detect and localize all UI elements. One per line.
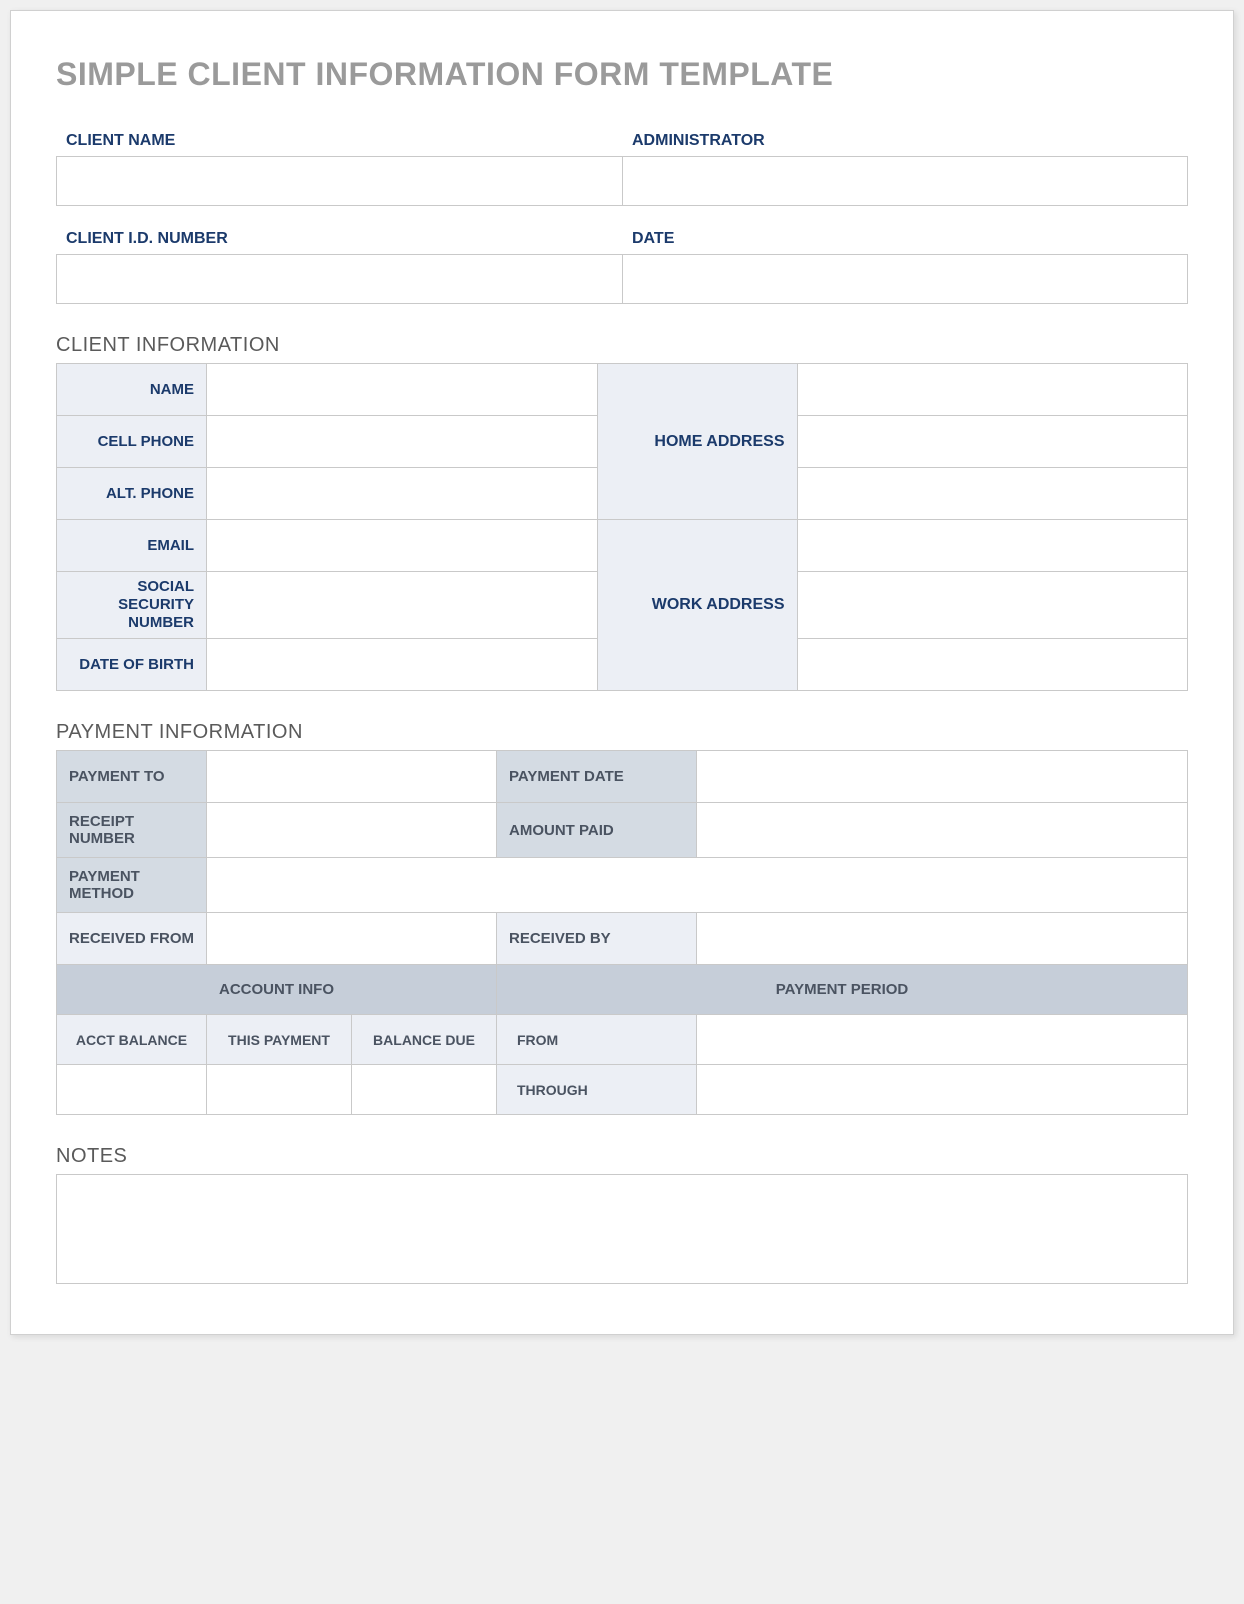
client-name-input[interactable] (56, 156, 622, 206)
receipt-number-label: RECEIPT NUMBER (57, 803, 207, 858)
payment-info-table: PAYMENT TO PAYMENT DATE RECEIPT NUMBER A… (56, 750, 1188, 1115)
work-address-line3[interactable] (797, 639, 1188, 691)
client-name-field: CLIENT NAME (56, 128, 622, 206)
client-name-label: CLIENT NAME (56, 128, 622, 156)
acct-balance-label: ACCT BALANCE (57, 1015, 207, 1065)
ssn-input[interactable] (207, 572, 598, 639)
work-address-line1[interactable] (797, 520, 1188, 572)
amount-paid-label: AMOUNT PAID (497, 803, 697, 858)
home-address-line1[interactable] (797, 364, 1188, 416)
name-input[interactable] (207, 364, 598, 416)
through-input[interactable] (697, 1065, 1188, 1115)
from-input[interactable] (697, 1015, 1188, 1065)
home-address-line2[interactable] (797, 416, 1188, 468)
ssn-label: SOCIAL SECURITY NUMBER (57, 572, 207, 639)
amount-paid-input[interactable] (697, 803, 1188, 858)
work-address-label: WORK ADDRESS (597, 520, 797, 691)
cell-phone-label: CELL PHONE (57, 416, 207, 468)
payment-method-input[interactable] (207, 858, 1188, 913)
receipt-number-input[interactable] (207, 803, 497, 858)
from-label: FROM (497, 1015, 697, 1065)
alt-phone-input[interactable] (207, 468, 598, 520)
balance-due-input[interactable] (352, 1065, 497, 1115)
email-input[interactable] (207, 520, 598, 572)
payment-to-input[interactable] (207, 751, 497, 803)
acct-balance-input[interactable] (57, 1065, 207, 1115)
notes-input[interactable] (56, 1174, 1188, 1284)
date-label: DATE (622, 226, 1188, 254)
page-title: SIMPLE CLIENT INFORMATION FORM TEMPLATE (56, 56, 1188, 93)
client-info-table: NAME HOME ADDRESS CELL PHONE ALT. PHONE … (56, 363, 1188, 691)
dob-input[interactable] (207, 639, 598, 691)
payment-to-label: PAYMENT TO (57, 751, 207, 803)
administrator-field: ADMINISTRATOR (622, 128, 1188, 206)
top-fields-grid: CLIENT NAME ADMINISTRATOR CLIENT I.D. NU… (56, 128, 1188, 304)
alt-phone-label: ALT. PHONE (57, 468, 207, 520)
work-address-line2[interactable] (797, 572, 1188, 639)
payment-method-label: PAYMENT METHOD (57, 858, 207, 913)
client-info-heading: CLIENT INFORMATION (56, 334, 1188, 357)
dob-label: DATE OF BIRTH (57, 639, 207, 691)
cell-phone-input[interactable] (207, 416, 598, 468)
date-input[interactable] (622, 254, 1188, 304)
home-address-label: HOME ADDRESS (597, 364, 797, 520)
administrator-label: ADMINISTRATOR (622, 128, 1188, 156)
received-by-input[interactable] (697, 913, 1188, 965)
through-label: THROUGH (497, 1065, 697, 1115)
date-field: DATE (622, 226, 1188, 304)
this-payment-label: THIS PAYMENT (207, 1015, 352, 1065)
balance-due-label: BALANCE DUE (352, 1015, 497, 1065)
payment-period-header: PAYMENT PERIOD (497, 965, 1188, 1015)
received-from-input[interactable] (207, 913, 497, 965)
form-page: SIMPLE CLIENT INFORMATION FORM TEMPLATE … (10, 10, 1234, 1335)
email-label: EMAIL (57, 520, 207, 572)
account-info-header: ACCOUNT INFO (57, 965, 497, 1015)
client-id-input[interactable] (56, 254, 622, 304)
administrator-input[interactable] (622, 156, 1188, 206)
payment-info-heading: PAYMENT INFORMATION (56, 721, 1188, 744)
received-from-label: RECEIVED FROM (57, 913, 207, 965)
payment-date-input[interactable] (697, 751, 1188, 803)
notes-heading: NOTES (56, 1145, 1188, 1168)
payment-date-label: PAYMENT DATE (497, 751, 697, 803)
name-label: NAME (57, 364, 207, 416)
client-id-label: CLIENT I.D. NUMBER (56, 226, 622, 254)
home-address-line3[interactable] (797, 468, 1188, 520)
received-by-label: RECEIVED BY (497, 913, 697, 965)
client-id-field: CLIENT I.D. NUMBER (56, 226, 622, 304)
this-payment-input[interactable] (207, 1065, 352, 1115)
